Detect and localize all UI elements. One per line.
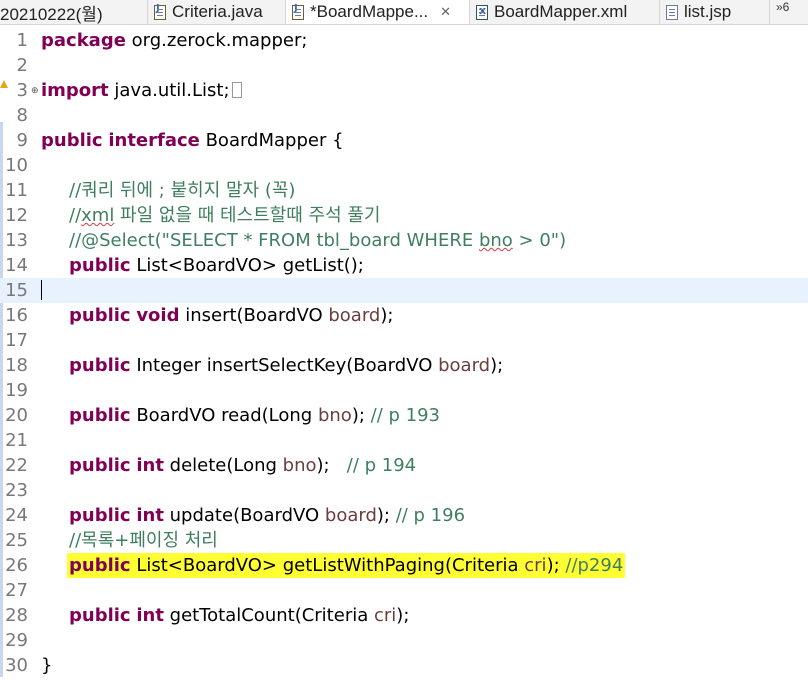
code-line: 8 xyxy=(0,103,808,128)
line-number: 16 xyxy=(5,305,28,326)
java-file-icon xyxy=(154,3,166,20)
code-text: public int getTotalCount(Criteria cri); xyxy=(69,605,410,626)
code-text: public List<BoardVO> getListWithPaging(C… xyxy=(67,553,626,578)
line-number: 12 xyxy=(5,205,28,226)
line-number: 13 xyxy=(5,230,28,251)
line-number: 27 xyxy=(5,580,28,601)
code-line: 11 //쿼리 뒤에 ; 붙히지 말자 (꼭) xyxy=(0,178,808,203)
code-line: 12 //xml 파일 없을 때 테스트할때 주석 풀기 xyxy=(0,203,808,228)
tab-boardmapper-xml[interactable]: BoardMapper.xml xyxy=(470,0,660,24)
line-number: 15 xyxy=(5,280,28,301)
code-line: 28 public int getTotalCount(Criteria cri… xyxy=(0,603,808,628)
code-line: 22 public int delete(Long bno); // p 194 xyxy=(0,453,808,478)
tab-label: list.jsp xyxy=(684,2,732,21)
code-text: package org.zerock.mapper; xyxy=(41,30,308,51)
code-line: 14 public List<BoardVO> getList(); xyxy=(0,253,808,278)
code-text: } xyxy=(41,655,53,676)
line-number: 30 xyxy=(5,655,28,676)
code-line: 10 xyxy=(0,153,808,178)
java-file-icon xyxy=(292,3,304,20)
code-editor[interactable]: 1 package org.zerock.mapper; 2 3 ⊕ impor… xyxy=(0,28,808,680)
code-text: public int delete(Long bno); // p 194 xyxy=(69,455,417,476)
code-line: 16 public void insert(BoardVO board); xyxy=(0,303,808,328)
code-text: public BoardVO read(Long bno); // p 193 xyxy=(69,405,440,426)
tab-overflow-indicator[interactable]: »6 xyxy=(776,0,789,14)
code-line: 18 public Integer insertSelectKey(BoardV… xyxy=(0,353,808,378)
fold-expand-icon[interactable]: ⊕ xyxy=(31,86,39,96)
code-line: 9 public interface BoardMapper { xyxy=(0,128,808,153)
code-comment: //쿼리 뒤에 ; 붙히지 말자 (꼭) xyxy=(69,180,296,201)
code-line: 23 xyxy=(0,478,808,503)
tab-label: Criteria.java xyxy=(172,2,263,21)
line-number: 20 xyxy=(5,405,28,426)
tab-project[interactable]: 20210222(월) xyxy=(0,0,148,24)
code-line: 25 //목록+페이징 처리 xyxy=(0,528,808,553)
code-line-highlighted: 26 public List<BoardVO> getListWithPagin… xyxy=(0,553,808,578)
code-line: 1 package org.zerock.mapper; xyxy=(0,28,808,53)
tab-criteria-java[interactable]: Criteria.java xyxy=(148,0,286,24)
folded-code-box[interactable] xyxy=(231,82,242,98)
line-number: 18 xyxy=(5,355,28,376)
code-line-current: 15 xyxy=(0,278,808,303)
code-text: public void insert(BoardVO board); xyxy=(69,305,394,326)
code-text: public int update(BoardVO board); // p 1… xyxy=(69,505,466,526)
tab-label: *BoardMappe... xyxy=(310,2,429,21)
code-line: 19 xyxy=(0,378,808,403)
code-line: 20 public BoardVO read(Long bno); // p 1… xyxy=(0,403,808,428)
code-text: public interface BoardMapper { xyxy=(41,130,344,151)
tab-boardmapper-java[interactable]: *BoardMappe... ✕ xyxy=(286,0,470,24)
tab-label: BoardMapper.xml xyxy=(494,2,628,21)
line-number: 29 xyxy=(5,630,28,651)
code-line: 30 } xyxy=(0,653,808,678)
line-number: 1 xyxy=(16,30,28,51)
line-number: 11 xyxy=(5,180,28,201)
code-line: 29 xyxy=(0,628,808,653)
line-number: 24 xyxy=(5,505,28,526)
line-number: 9 xyxy=(16,130,28,151)
line-number: 10 xyxy=(5,155,28,176)
line-number: 2 xyxy=(16,55,28,76)
jsp-file-icon xyxy=(666,4,678,20)
text-cursor xyxy=(41,280,42,300)
code-text: public Integer insertSelectKey(BoardVO b… xyxy=(69,355,504,376)
line-number: 17 xyxy=(5,330,28,351)
tab-label: 20210222(월) xyxy=(0,4,103,24)
code-comment: //xml 파일 없을 때 테스트할때 주석 풀기 xyxy=(69,205,381,226)
code-line: 24 public int update(BoardVO board); // … xyxy=(0,503,808,528)
code-line: 21 xyxy=(0,428,808,453)
line-number: 26 xyxy=(5,555,28,576)
code-comment: //목록+페이징 처리 xyxy=(69,530,218,551)
code-line: 13 //@Select("SELECT * FROM tbl_board WH… xyxy=(0,228,808,253)
xml-file-icon xyxy=(476,4,488,20)
line-number: 22 xyxy=(5,455,28,476)
line-number: 21 xyxy=(5,430,28,451)
line-number: 3 xyxy=(16,80,28,101)
line-number: 25 xyxy=(5,530,28,551)
close-icon[interactable]: ✕ xyxy=(440,4,451,20)
line-number: 23 xyxy=(5,480,28,501)
editor-tab-bar: 20210222(월) Criteria.java *BoardMappe...… xyxy=(0,0,808,25)
line-number: 28 xyxy=(5,605,28,626)
code-comment: //@Select("SELECT * FROM tbl_board WHERE… xyxy=(69,230,567,251)
code-text: import java.util.List; xyxy=(41,78,242,103)
line-number: 14 xyxy=(5,255,28,276)
code-line: 3 ⊕ import java.util.List; xyxy=(0,78,808,103)
code-line: 17 xyxy=(0,328,808,353)
code-line: 2 xyxy=(0,53,808,78)
line-number: 8 xyxy=(16,105,28,126)
code-text: public List<BoardVO> getList(); xyxy=(69,255,364,276)
code-line: 27 xyxy=(0,578,808,603)
line-number: 19 xyxy=(5,380,28,401)
tab-list-jsp[interactable]: list.jsp xyxy=(660,0,770,24)
